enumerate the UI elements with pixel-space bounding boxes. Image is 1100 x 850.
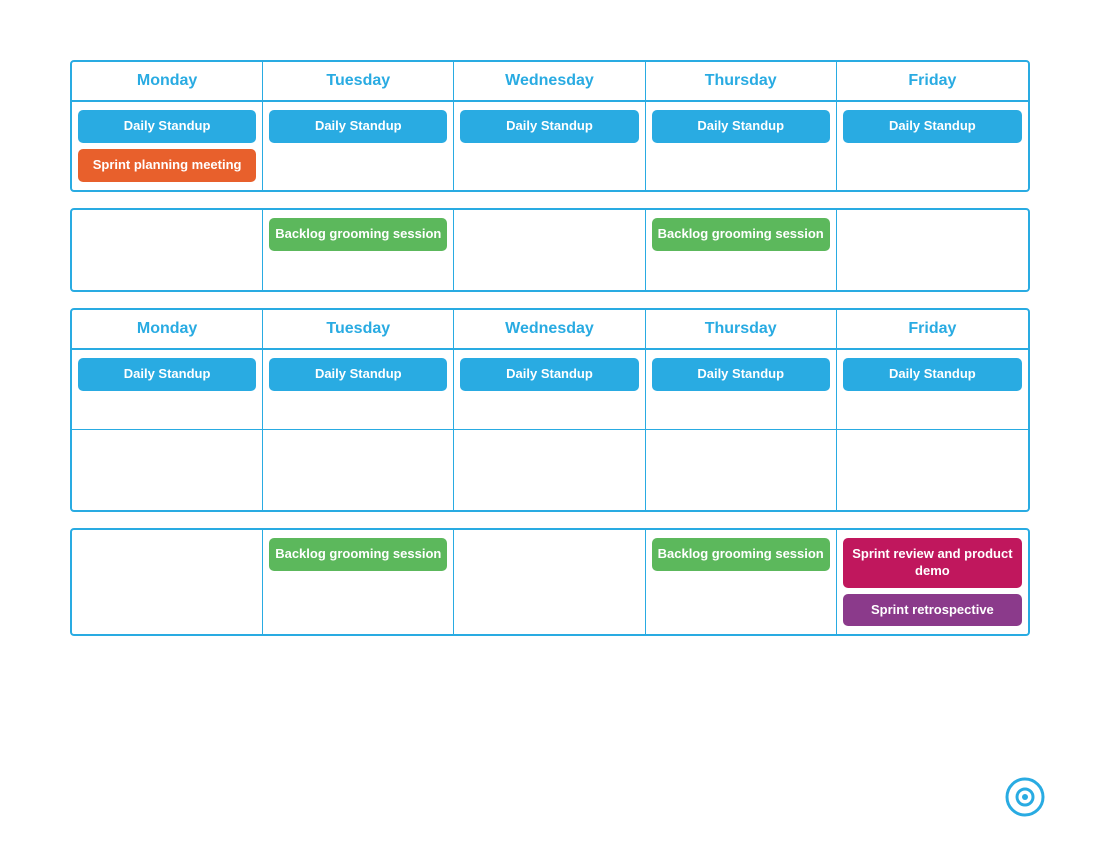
main-container: Monday Tuesday Wednesday Thursday Friday…: [0, 0, 1100, 676]
cell-w2r3-mon: [72, 530, 263, 635]
week1-block: Monday Tuesday Wednesday Thursday Friday…: [70, 60, 1030, 192]
week1-header: Monday Tuesday Wednesday Thursday Friday: [72, 62, 1028, 102]
cell-w2r2-mon: [72, 430, 263, 510]
cell-w2r1-mon: Daily Standup: [72, 350, 263, 430]
backlog-w1-tue[interactable]: Backlog grooming session: [269, 218, 447, 251]
cell-w2r2-fri: [837, 430, 1028, 510]
cell-w2r1-wed: Daily Standup: [454, 350, 645, 430]
backlog-w2-tue[interactable]: Backlog grooming session: [269, 538, 447, 571]
week2-row1: Daily Standup Daily Standup Daily Standu…: [72, 350, 1028, 430]
cell-w2r2-wed: [454, 430, 645, 510]
week1-row2: Backlog grooming session Backlog groomin…: [72, 210, 1028, 290]
week2-row3: Backlog grooming session Backlog groomin…: [72, 530, 1028, 635]
week2-block: Monday Tuesday Wednesday Thursday Friday…: [70, 308, 1030, 512]
cell-w1r2-thu: Backlog grooming session: [646, 210, 837, 290]
standup-w1-mon[interactable]: Daily Standup: [78, 110, 256, 143]
backlog-w2-thu[interactable]: Backlog grooming session: [652, 538, 830, 571]
logo-container: [1005, 777, 1045, 822]
day-header-tue-2: Tuesday: [263, 310, 454, 348]
cell-w2r1-thu: Daily Standup: [646, 350, 837, 430]
standup-w2-tue[interactable]: Daily Standup: [269, 358, 447, 391]
cell-w1r2-mon: [72, 210, 263, 290]
backlog-w1-thu[interactable]: Backlog grooming session: [652, 218, 830, 251]
cell-w2r1-fri: Daily Standup: [837, 350, 1028, 430]
week2-header: Monday Tuesday Wednesday Thursday Friday: [72, 310, 1028, 350]
cell-w1r1-tue: Daily Standup: [263, 102, 454, 190]
retrospective-w2[interactable]: Sprint retrospective: [843, 594, 1022, 627]
day-header-thu-2: Thursday: [646, 310, 837, 348]
day-header-fri-2: Friday: [837, 310, 1028, 348]
cell-w1r1-fri: Daily Standup: [837, 102, 1028, 190]
sprint-planning-w1[interactable]: Sprint planning meeting: [78, 149, 256, 182]
week1-row1: Daily Standup Sprint planning meeting Da…: [72, 102, 1028, 190]
standup-w1-tue[interactable]: Daily Standup: [269, 110, 447, 143]
cell-w1r1-mon: Daily Standup Sprint planning meeting: [72, 102, 263, 190]
standup-w2-fri[interactable]: Daily Standup: [843, 358, 1022, 391]
cell-w2r3-wed: [454, 530, 645, 635]
day-header-tue-1: Tuesday: [263, 62, 454, 100]
day-header-wed-1: Wednesday: [454, 62, 645, 100]
day-header-wed-2: Wednesday: [454, 310, 645, 348]
cell-w1r2-tue: Backlog grooming session: [263, 210, 454, 290]
day-header-fri-1: Friday: [837, 62, 1028, 100]
day-header-mon-1: Monday: [72, 62, 263, 100]
app-logo: [1005, 777, 1045, 817]
week2-row2: [72, 430, 1028, 510]
cell-w1r1-wed: Daily Standup: [454, 102, 645, 190]
day-header-thu-1: Thursday: [646, 62, 837, 100]
cell-w2r2-thu: [646, 430, 837, 510]
cell-w1r1-thu: Daily Standup: [646, 102, 837, 190]
cell-w1r2-fri: [837, 210, 1028, 290]
standup-w1-fri[interactable]: Daily Standup: [843, 110, 1022, 143]
cell-w2r2-tue: [263, 430, 454, 510]
cell-w2r3-fri: Sprint review and product demo Sprint re…: [837, 530, 1028, 635]
cell-w1r2-wed: [454, 210, 645, 290]
standup-w2-wed[interactable]: Daily Standup: [460, 358, 638, 391]
cell-w2r1-tue: Daily Standup: [263, 350, 454, 430]
standup-w1-wed[interactable]: Daily Standup: [460, 110, 638, 143]
cell-w2r3-thu: Backlog grooming session: [646, 530, 837, 635]
standup-w1-thu[interactable]: Daily Standup: [652, 110, 830, 143]
standup-w2-thu[interactable]: Daily Standup: [652, 358, 830, 391]
sprint-review-w2[interactable]: Sprint review and product demo: [843, 538, 1022, 588]
day-header-mon-2: Monday: [72, 310, 263, 348]
week1-block2: Backlog grooming session Backlog groomin…: [70, 208, 1030, 292]
week2-block2: Backlog grooming session Backlog groomin…: [70, 528, 1030, 637]
standup-w2-mon[interactable]: Daily Standup: [78, 358, 256, 391]
cell-w2r3-tue: Backlog grooming session: [263, 530, 454, 635]
